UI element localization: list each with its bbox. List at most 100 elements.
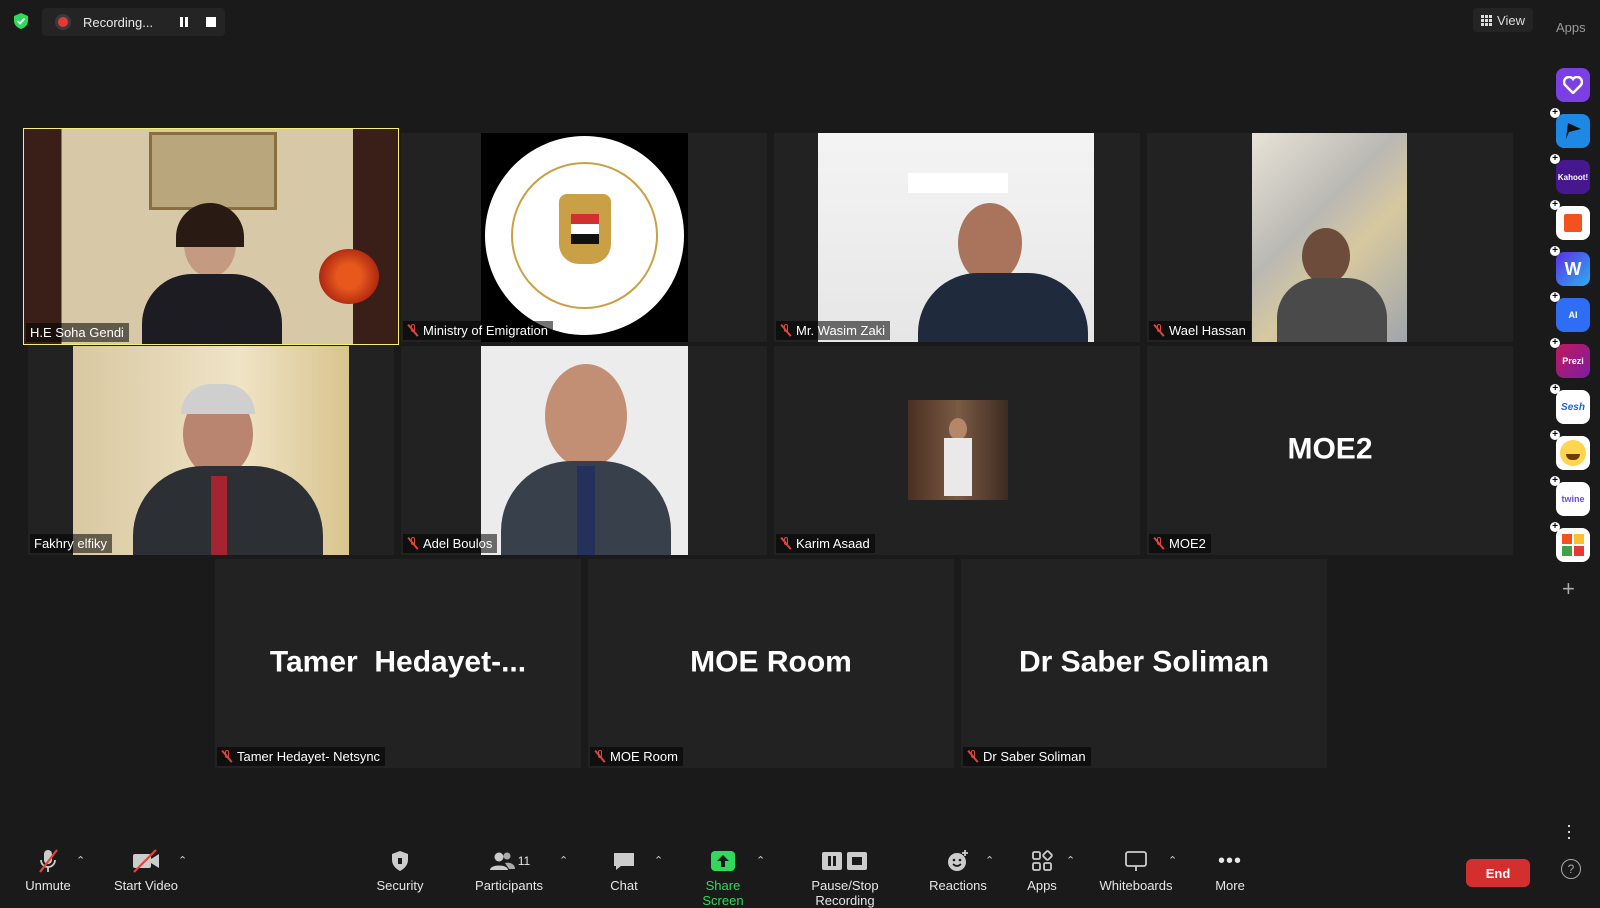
participant-name-label: Mr. Wasim Zaki bbox=[776, 321, 891, 340]
pause-stop-recording-button[interactable]: Pause/Stop Recording bbox=[780, 848, 910, 908]
pause-recording-icon[interactable] bbox=[179, 17, 189, 27]
whiteboards-options-chevron-icon[interactable]: ⌃ bbox=[1168, 854, 1177, 867]
participant-video bbox=[481, 346, 688, 555]
audio-options-chevron-icon[interactable]: ⌃ bbox=[76, 854, 85, 867]
video-tile-saber-soliman[interactable]: Dr Saber Soliman Dr Saber Soliman bbox=[961, 559, 1327, 768]
more-label: More bbox=[1215, 878, 1245, 893]
participant-name-label: MOE2 bbox=[1149, 534, 1211, 553]
chat-bubble-icon bbox=[614, 853, 634, 870]
video-tile-ministry-of-emigration[interactable]: Ministry of Emigration bbox=[401, 133, 767, 342]
participant-name-label: Adel Boulos bbox=[403, 534, 498, 553]
more-button[interactable]: ••• More bbox=[1212, 848, 1248, 894]
flag-app-icon[interactable]: + bbox=[1550, 108, 1590, 148]
whiteboard-icon bbox=[1125, 851, 1147, 871]
participants-icon bbox=[489, 852, 515, 870]
chat-options-chevron-icon[interactable]: ⌃ bbox=[654, 854, 663, 867]
video-tile-wasim-zaki[interactable]: Mr. Wasim Zaki bbox=[774, 133, 1140, 342]
blocks-app-icon[interactable]: + bbox=[1550, 522, 1590, 562]
participant-name-label: Ministry of Emigration bbox=[403, 321, 553, 340]
w-app-icon[interactable]: + W bbox=[1550, 246, 1590, 286]
share-screen-label: Share Screen bbox=[702, 878, 744, 908]
muted-mic-icon bbox=[780, 537, 792, 550]
muted-mic-icon bbox=[780, 324, 792, 337]
participant-name-label: Karim Asaad bbox=[776, 534, 875, 553]
recording-indicator: Recording... bbox=[42, 8, 225, 36]
video-tile-karim-asaad[interactable]: Karim Asaad bbox=[774, 346, 1140, 555]
video-off-icon bbox=[133, 849, 159, 873]
start-video-button[interactable]: Start Video bbox=[110, 848, 182, 893]
prezi-app-icon[interactable]: + Prezi bbox=[1550, 338, 1590, 378]
video-tile-fakhry-elfiky[interactable]: Fakhry elfiky bbox=[28, 346, 394, 555]
heart-app-icon[interactable] bbox=[1556, 68, 1590, 102]
apps-options-chevron-icon[interactable]: ⌃ bbox=[1066, 854, 1075, 867]
muted-mic-icon bbox=[594, 750, 606, 763]
reactions-label: Reactions bbox=[929, 878, 987, 893]
unmute-label: Unmute bbox=[25, 878, 71, 893]
participant-name-label: H.E Soha Gendi bbox=[26, 323, 129, 342]
twine-app-icon[interactable]: + twine bbox=[1550, 476, 1590, 516]
add-app-plus-icon[interactable]: + bbox=[1562, 576, 1575, 602]
participant-name-label: MOE Room bbox=[590, 747, 683, 766]
stop-recording-icon[interactable] bbox=[206, 17, 216, 27]
smiley-icon bbox=[948, 850, 968, 871]
start-video-label: Start Video bbox=[113, 878, 179, 893]
whiteboards-label: Whiteboards bbox=[1099, 878, 1173, 893]
kahoot-app-icon[interactable]: + Kahoot! bbox=[1550, 154, 1590, 194]
ai-app-icon[interactable]: + AI bbox=[1550, 292, 1590, 332]
participants-options-chevron-icon[interactable]: ⌃ bbox=[559, 854, 568, 867]
reactions-options-chevron-icon[interactable]: ⌃ bbox=[985, 854, 994, 867]
participant-video bbox=[24, 129, 398, 344]
help-icon[interactable]: ? bbox=[1561, 859, 1581, 879]
participant-display-name: Tamer Hedayet-... bbox=[269, 644, 527, 678]
more-options-vertical-icon[interactable]: · · · bbox=[1566, 816, 1572, 846]
mic-muted-icon bbox=[39, 849, 58, 873]
participant-video bbox=[818, 133, 1094, 342]
security-button[interactable]: Security bbox=[370, 848, 430, 893]
apps-button[interactable]: Apps bbox=[1024, 848, 1060, 893]
share-screen-button[interactable]: Share Screen bbox=[684, 848, 762, 908]
participant-avatar-photo bbox=[908, 400, 1008, 500]
video-tile-tamer-hedayet[interactable]: Tamer Hedayet-... Tamer Hedayet- Netsync bbox=[215, 559, 581, 768]
security-label: Security bbox=[376, 878, 424, 893]
video-tile-moe-room[interactable]: MOE Room MOE Room bbox=[588, 559, 954, 768]
muted-mic-icon bbox=[221, 750, 233, 763]
end-label: End bbox=[1485, 865, 1511, 881]
video-tile-soha-gendi[interactable]: H.E Soha Gendi bbox=[23, 128, 399, 345]
video-options-chevron-icon[interactable]: ⌃ bbox=[178, 854, 187, 867]
recording-dot-icon bbox=[58, 17, 68, 27]
participant-count: 11 bbox=[517, 854, 531, 868]
apps-panel-label: Apps bbox=[1556, 20, 1586, 35]
share-options-chevron-icon[interactable]: ⌃ bbox=[756, 854, 765, 867]
participant-display-name: MOE2 bbox=[1287, 431, 1373, 465]
red-square-app-icon[interactable]: + bbox=[1550, 200, 1590, 240]
muted-mic-icon bbox=[407, 537, 419, 550]
view-label: View bbox=[1497, 12, 1525, 28]
unmute-button[interactable]: Unmute bbox=[22, 848, 74, 893]
end-meeting-button[interactable]: End bbox=[1466, 859, 1530, 887]
participant-name-label: Wael Hassan bbox=[1149, 321, 1251, 340]
view-button[interactable]: View bbox=[1473, 8, 1533, 32]
video-tile-moe2[interactable]: MOE2 MOE2 bbox=[1147, 346, 1513, 555]
participant-name-label: Dr Saber Soliman bbox=[963, 747, 1091, 766]
reactions-button[interactable]: Reactions bbox=[928, 848, 988, 893]
whiteboards-button[interactable]: Whiteboards bbox=[1096, 848, 1176, 893]
chat-button[interactable]: Chat bbox=[602, 848, 646, 893]
share-screen-arrow-icon bbox=[711, 851, 735, 871]
emoji-app-icon[interactable]: + bbox=[1550, 430, 1590, 470]
more-dots-icon: ••• bbox=[1217, 849, 1242, 872]
video-tile-adel-boulos[interactable]: Adel Boulos bbox=[401, 346, 767, 555]
video-tile-wael-hassan[interactable]: Wael Hassan bbox=[1147, 133, 1513, 342]
pause-stop-icon bbox=[822, 852, 867, 870]
shield-icon bbox=[392, 851, 408, 871]
participant-display-name: MOE Room bbox=[690, 644, 852, 678]
ministry-logo-image bbox=[481, 133, 688, 342]
participants-button[interactable]: 11 Participants bbox=[470, 848, 548, 893]
recording-label: Recording... bbox=[83, 14, 154, 30]
muted-mic-icon bbox=[1153, 537, 1165, 550]
participant-name-label: Tamer Hedayet- Netsync bbox=[217, 747, 386, 766]
participant-display-name: Dr Saber Soliman bbox=[1018, 644, 1270, 678]
participants-label: Participants bbox=[475, 878, 543, 893]
sesh-app-icon[interactable]: + Sesh bbox=[1550, 384, 1590, 424]
security-shield-icon[interactable] bbox=[12, 12, 30, 30]
chat-label: Chat bbox=[610, 878, 638, 893]
